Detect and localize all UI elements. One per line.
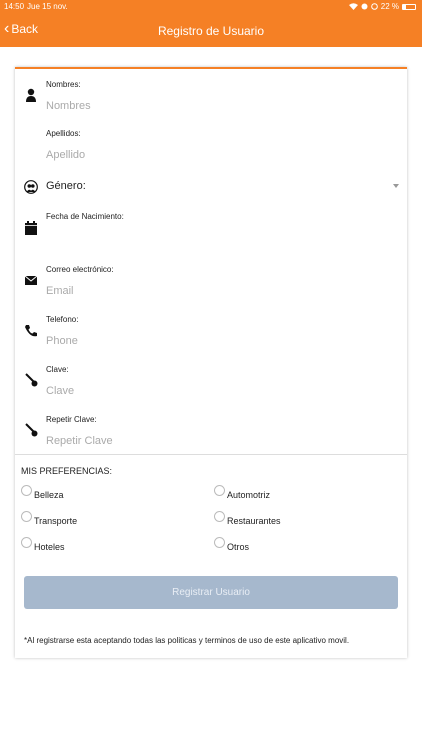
- battery-percent: 22 %: [380, 2, 399, 11]
- terms-text: *Al registrarse esta aceptando todas las…: [24, 636, 350, 645]
- genero-select[interactable]: Género:: [15, 177, 407, 199]
- pref-label: Hoteles: [34, 542, 65, 552]
- pref-automotriz[interactable]: Automotriz: [214, 485, 270, 500]
- radio-icon: [214, 537, 225, 548]
- pref-label: Belleza: [34, 490, 64, 500]
- pref-label: Transporte: [34, 516, 78, 526]
- genero-label: Género:: [46, 180, 86, 192]
- pref-transporte[interactable]: Transporte: [21, 511, 77, 526]
- pref-restaurantes[interactable]: Restaurantes: [214, 511, 281, 526]
- radio-icon: [214, 511, 225, 522]
- radio-icon: [21, 485, 32, 496]
- password-input[interactable]: [46, 383, 386, 399]
- repetir-clave-label: Repetir Clave:: [46, 415, 97, 424]
- status-date: Jue 15 nov.: [27, 2, 68, 11]
- register-button[interactable]: Registrar Usuario: [24, 576, 398, 609]
- key-icon: [25, 373, 38, 387]
- gender-icon: [24, 180, 38, 194]
- pref-label: Otros: [227, 542, 250, 552]
- radio-icon: [21, 511, 32, 522]
- radio-icon: [21, 537, 32, 548]
- pref-otros[interactable]: Otros: [214, 537, 249, 552]
- wifi-icon: [348, 3, 358, 10]
- status-right: 22 %: [348, 2, 416, 11]
- divider: [15, 454, 407, 455]
- battery-icon: [402, 3, 416, 10]
- top-bar: 14:50 Jue 15 nov. 22 % ‹ Back Registro d…: [0, 0, 422, 47]
- nombres-input[interactable]: [46, 98, 386, 114]
- envelope-icon: [24, 275, 38, 285]
- person-icon: [26, 88, 36, 102]
- registration-card: Nombres: Apellidos: Género: Fecha de Nac…: [15, 67, 407, 658]
- pref-label: Restaurantes: [227, 516, 281, 526]
- pref-hoteles[interactable]: Hoteles: [21, 537, 65, 552]
- nombres-label: Nombres:: [46, 80, 81, 89]
- pref-label: Automotriz: [227, 490, 271, 500]
- status-time: 14:50: [4, 2, 25, 11]
- telefono-label: Telefono:: [46, 315, 79, 324]
- navigation-bar: ‹ Back Registro de Usuario: [0, 14, 422, 47]
- page-title: Registro de Usuario: [157, 24, 265, 38]
- radio-icon: [214, 485, 225, 496]
- calendar-icon: [25, 221, 37, 235]
- pref-belleza[interactable]: Belleza: [21, 485, 64, 500]
- phone-icon: [25, 325, 37, 337]
- fecha-label: Fecha de Nacimiento:: [46, 212, 124, 221]
- apellidos-input[interactable]: [46, 147, 386, 163]
- phone-input[interactable]: [46, 333, 386, 349]
- clave-label: Clave:: [46, 365, 69, 374]
- chevron-down-icon: [393, 184, 399, 188]
- alarm-icon: [361, 3, 368, 10]
- repeat-password-input[interactable]: [46, 433, 386, 449]
- email-input[interactable]: [46, 283, 386, 299]
- preferences-title: MIS PREFERENCIAS:: [21, 466, 113, 476]
- location-icon: [370, 3, 378, 10]
- apellidos-label: Apellidos:: [46, 129, 81, 138]
- correo-label: Correo electrónico:: [46, 265, 114, 274]
- status-bar: 14:50 Jue 15 nov. 22 %: [0, 0, 422, 14]
- key-icon: [25, 423, 38, 437]
